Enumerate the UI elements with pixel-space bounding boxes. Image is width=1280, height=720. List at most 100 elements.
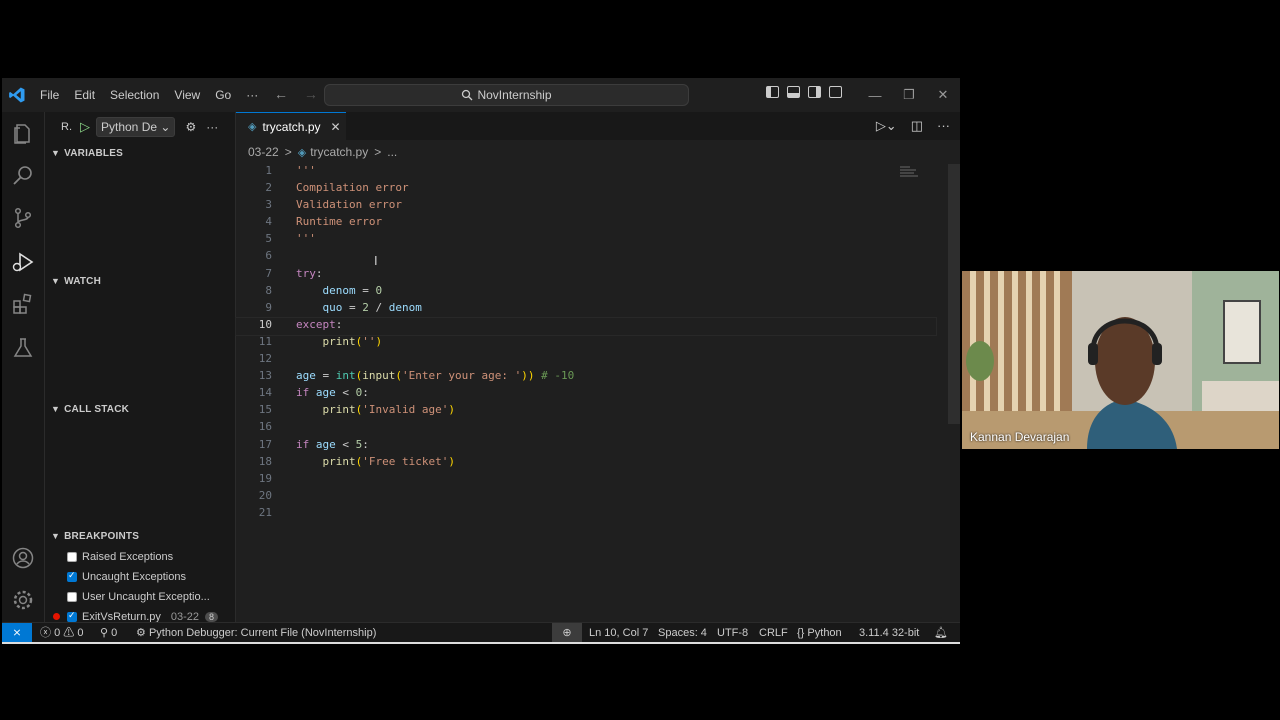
code-line[interactable]: 8 denom = 0 — [236, 284, 936, 301]
breakpoints-section-header[interactable]: ▼ BREAKPOINTS — [45, 525, 235, 547]
toggle-panel-icon[interactable] — [787, 86, 800, 98]
cursor-position[interactable]: Ln 10, Col 7 — [589, 623, 648, 642]
code-line[interactable]: 10 except: — [235, 316, 937, 336]
checkbox[interactable] — [67, 570, 77, 582]
run-and-debug-icon[interactable] — [11, 250, 35, 274]
line-number: 16 — [258, 420, 272, 434]
menu-go[interactable]: Go — [215, 88, 231, 102]
search-icon — [462, 89, 473, 101]
menu-more[interactable]: ··· — [246, 88, 258, 102]
run-python-file-icon[interactable]: ▷⌄ — [876, 118, 897, 134]
menu-edit[interactable]: Edit — [74, 88, 95, 102]
more-actions-icon[interactable]: ··· — [937, 118, 950, 134]
language-label: Python — [807, 627, 842, 639]
back-arrow-icon[interactable]: ← — [274, 86, 288, 102]
problems-indicator[interactable]: ⓧ 0 ⚠ 0 — [40, 623, 84, 642]
chevron-down-icon: ▼ — [51, 276, 61, 286]
minimap[interactable] — [900, 164, 920, 184]
breakpoint-item[interactable]: Uncaught Exceptions — [45, 567, 235, 587]
breadcrumb-symbol[interactable]: ... — [387, 145, 397, 159]
warning-count: 0 — [77, 627, 84, 639]
code-line[interactable]: 21 — [236, 506, 936, 523]
code-line[interactable]: 20 — [236, 489, 936, 506]
python-interpreter[interactable]: 3.11.4 32-bit — [859, 623, 919, 642]
debug-config-select[interactable]: Python De ⌄ — [96, 117, 176, 137]
source-control-icon[interactable] — [11, 206, 35, 230]
code-line[interactable]: 2 Compilation error — [236, 181, 936, 198]
zoom-icon[interactable]: ⊕ — [552, 623, 582, 642]
remote-indicator-icon[interactable]: ⨯ — [2, 623, 32, 642]
code-line[interactable]: 9 quo = 2 / denom — [236, 301, 936, 318]
code-line[interactable]: 13 age = int(input('Enter your age: ')) #… — [236, 369, 936, 386]
code-line[interactable]: 16 — [236, 420, 936, 437]
code-line[interactable]: 4 Runtime error — [236, 215, 936, 232]
explorer-icon[interactable] — [11, 122, 35, 146]
breadcrumb: 03-22 > ◈ trycatch.py > ... — [248, 142, 403, 162]
search-view-icon[interactable] — [11, 164, 35, 188]
checkbox[interactable] — [67, 552, 77, 562]
start-debugging-icon[interactable]: ▷ — [80, 119, 90, 135]
breadcrumb-folder[interactable]: 03-22 — [248, 145, 279, 159]
code-line[interactable]: 18 print('Free ticket') — [236, 455, 936, 472]
call-stack-section-header[interactable]: ▼ CALL STACK — [45, 398, 235, 420]
code-line[interactable]: 12 — [236, 352, 936, 369]
testing-flask-icon[interactable] — [11, 336, 35, 360]
vertical-scrollbar[interactable] — [948, 164, 960, 424]
forward-arrow-icon[interactable]: → — [304, 86, 318, 102]
manage-gear-icon[interactable] — [11, 588, 35, 612]
tab-trycatch[interactable]: ◈ trycatch.py ✕ — [236, 112, 346, 140]
split-editor-icon[interactable]: ◫ — [911, 118, 923, 134]
toggle-secondary-sidebar-icon[interactable] — [808, 86, 821, 98]
menu-selection[interactable]: Selection — [110, 88, 159, 102]
indentation[interactable]: Spaces: 4 — [658, 623, 707, 642]
code-line[interactable]: 1 ''' — [236, 164, 936, 181]
debug-config-label: Python De — [101, 120, 158, 134]
encoding[interactable]: UTF-8 — [717, 623, 748, 642]
minimize-icon[interactable]: — — [858, 88, 892, 103]
code-line[interactable]: 15 print('Invalid age') — [236, 403, 936, 420]
code-text: Runtime error — [296, 215, 383, 229]
more-actions-icon[interactable]: ··· — [206, 120, 218, 134]
toggle-sidebar-icon[interactable] — [766, 86, 779, 98]
watch-section-header[interactable]: ▼ WATCH — [45, 270, 235, 292]
debug-status[interactable]: ⚙ Python Debugger: Current File (NovInte… — [136, 623, 376, 642]
command-center[interactable]: NovInternship — [324, 84, 689, 106]
checkbox[interactable] — [67, 610, 77, 622]
chevron-down-icon: ▼ — [51, 148, 61, 158]
code-line[interactable]: 19 — [236, 472, 936, 489]
code-line[interactable]: 11 print('') — [236, 335, 936, 352]
code-editor[interactable]: 1 ''' 2 Compilation error 3 Validation error 4… — [235, 164, 937, 523]
breakpoint-item[interactable]: Raised Exceptions — [45, 547, 235, 567]
variables-title: VARIABLES — [64, 147, 123, 159]
chevron-down-icon: ▼ — [51, 531, 61, 541]
line-number: 2 — [265, 181, 272, 195]
close-window-icon[interactable]: ✕ — [926, 87, 960, 103]
breakpoint-item[interactable]: User Uncaught Exceptio... — [45, 587, 235, 607]
line-number: 10 — [258, 317, 272, 331]
menu-file[interactable]: File — [40, 88, 59, 102]
code-line[interactable]: 17 if age < 5: — [236, 438, 936, 455]
close-icon[interactable]: ✕ — [331, 120, 341, 134]
code-line[interactable]: 6 — [236, 249, 936, 266]
line-number: 8 — [265, 283, 272, 297]
notifications-bell-icon[interactable]: 🔔︎ — [934, 623, 948, 642]
customize-layout-icon[interactable] — [829, 86, 842, 98]
code-line[interactable]: 3 Validation error — [236, 198, 936, 215]
line-number: 19 — [258, 471, 272, 485]
language-mode[interactable]: {} Python — [797, 623, 842, 642]
checkbox[interactable] — [67, 592, 77, 602]
line-ending[interactable]: CRLF — [759, 623, 788, 642]
restore-icon[interactable]: ❐ — [892, 87, 926, 103]
debug-settings-gear-icon[interactable]: ⚙ — [185, 120, 196, 134]
variables-section-header[interactable]: ▼ VARIABLES — [45, 142, 235, 164]
code-line[interactable]: 14 if age < 0: — [236, 386, 936, 403]
code-line[interactable]: 7 try: — [236, 267, 936, 284]
accounts-icon[interactable] — [11, 546, 35, 570]
editor-actions: ▷⌄ ◫ ··· — [876, 118, 950, 134]
extensions-icon[interactable] — [11, 292, 35, 316]
code-line[interactable]: 5 ''' — [236, 232, 936, 249]
ports-indicator[interactable]: ⚲ 0 — [100, 623, 117, 642]
menu-view[interactable]: View — [174, 88, 200, 102]
line-number: 20 — [258, 488, 272, 502]
breadcrumb-file[interactable]: trycatch.py — [310, 145, 368, 159]
